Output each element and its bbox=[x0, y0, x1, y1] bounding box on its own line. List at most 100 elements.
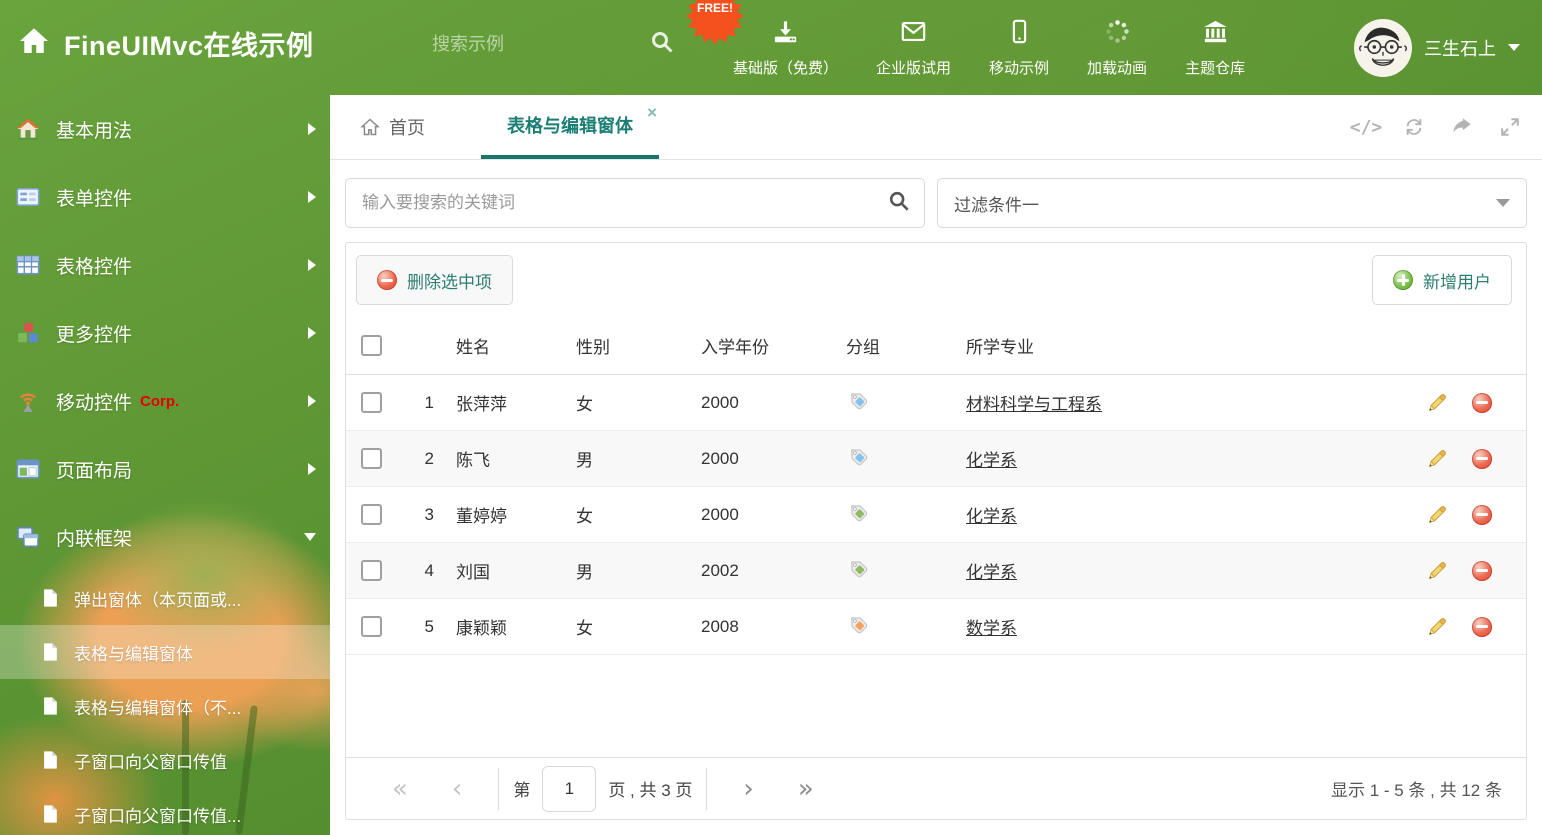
delete-icon[interactable] bbox=[1472, 448, 1492, 469]
select-all-checkbox[interactable] bbox=[361, 335, 382, 356]
sidebar-item-3[interactable]: 更多控件 bbox=[0, 299, 330, 367]
header-search-input[interactable] bbox=[430, 33, 584, 56]
close-icon[interactable]: × bbox=[647, 104, 657, 121]
row-checkbox[interactable] bbox=[361, 504, 382, 525]
sidebar-item-1[interactable]: 表单控件 bbox=[0, 163, 330, 231]
edit-icon[interactable] bbox=[1426, 504, 1448, 526]
cell-actions bbox=[1396, 448, 1526, 470]
header-nav-item-3[interactable]: 加载动画 bbox=[1087, 18, 1147, 78]
refresh-icon[interactable] bbox=[1402, 115, 1426, 139]
tab-home-label: 首页 bbox=[389, 118, 425, 138]
app-header: FineUIMvc在线示例 FREE! 基础版（免费）企业版试用移动示例加载动画… bbox=[0, 0, 1542, 95]
download-icon bbox=[772, 18, 799, 50]
table-row: 4 刘国 男 2002 化学系 bbox=[346, 543, 1526, 599]
sidebar-subitem-3[interactable]: 子窗口向父窗口传值 bbox=[0, 733, 330, 787]
edit-icon[interactable] bbox=[1426, 560, 1448, 582]
sidebar-subitem-1[interactable]: 表格与编辑窗体 bbox=[0, 625, 330, 679]
edit-icon[interactable] bbox=[1426, 448, 1448, 470]
cell-year: 2000 bbox=[701, 392, 739, 412]
header-nav-item-1[interactable]: 企业版试用 bbox=[876, 18, 951, 78]
delete-icon[interactable] bbox=[1472, 392, 1492, 413]
sidebar-subitem-4[interactable]: 子窗口向父窗口传值... bbox=[0, 787, 330, 835]
cell-year: 2000 bbox=[701, 448, 739, 468]
last-page-button[interactable]: » bbox=[776, 776, 836, 802]
table-row: 2 陈飞 男 2000 化学系 bbox=[346, 431, 1526, 487]
sidebar-subitem-0[interactable]: 弹出窗体（本页面或... bbox=[0, 571, 330, 625]
add-user-button[interactable]: 新增用户 bbox=[1372, 255, 1512, 305]
tag-icon bbox=[846, 500, 870, 529]
cell-actions bbox=[1396, 616, 1526, 638]
major-link[interactable]: 化学系 bbox=[966, 451, 1017, 470]
cell-gender: 女 bbox=[576, 507, 593, 526]
table-header: 姓名 性别 入学年份 分组 所学专业 bbox=[346, 317, 1526, 375]
header-nav-item-0[interactable]: 基础版（免费） bbox=[733, 18, 838, 78]
username: 三生石上 bbox=[1424, 38, 1496, 59]
column-header-major: 所学专业 bbox=[966, 338, 1034, 357]
divider bbox=[498, 767, 500, 810]
delete-icon[interactable] bbox=[1472, 504, 1492, 525]
cell-major: 数学系 bbox=[966, 614, 1396, 639]
header-nav-label: 加载动画 bbox=[1087, 59, 1148, 77]
file-icon bbox=[40, 750, 60, 770]
file-icon bbox=[40, 696, 60, 716]
tab-bar: 首页 表格与编辑窗体 × </> bbox=[330, 95, 1542, 160]
avatar[interactable] bbox=[1354, 18, 1412, 77]
mobile-icon bbox=[1006, 18, 1033, 50]
edit-icon[interactable] bbox=[1426, 392, 1448, 414]
cell-year: 2000 bbox=[701, 504, 739, 524]
major-link[interactable]: 化学系 bbox=[966, 563, 1017, 582]
search-icon[interactable] bbox=[888, 190, 910, 217]
row-checkbox[interactable] bbox=[361, 616, 382, 637]
sidebar-subitem-label: 表格与编辑窗体 bbox=[74, 644, 193, 664]
header-nav: 基础版（免费） 企业版试用 移动示例 加载动画 主题仓库 bbox=[733, 0, 1245, 95]
cell-name: 董婷婷 bbox=[456, 507, 507, 526]
header-nav-item-4[interactable]: 主题仓库 bbox=[1185, 18, 1245, 78]
delete-icon[interactable] bbox=[1472, 616, 1492, 637]
file-icon bbox=[40, 588, 60, 608]
brand[interactable]: FineUIMvc在线示例 bbox=[18, 24, 314, 63]
view-source-icon[interactable]: </> bbox=[1350, 115, 1383, 139]
sidebar-subitem-2[interactable]: 表格与编辑窗体（不... bbox=[0, 679, 330, 733]
major-link[interactable]: 化学系 bbox=[966, 507, 1017, 526]
app-window: FineUIMvc在线示例 FREE! 基础版（免费）企业版试用移动示例加载动画… bbox=[0, 0, 1542, 835]
row-checkbox[interactable] bbox=[361, 560, 382, 581]
first-page-button[interactable]: « bbox=[370, 776, 430, 802]
prev-page-button[interactable]: ‹ bbox=[430, 776, 484, 802]
expand-icon[interactable] bbox=[1498, 115, 1522, 139]
cell-name: 康颖颖 bbox=[456, 619, 507, 638]
sidebar-item-label: 移动控件 bbox=[56, 392, 133, 414]
major-link[interactable]: 材料科学与工程系 bbox=[966, 395, 1102, 414]
delete-selected-button[interactable]: 删除选中项 bbox=[356, 255, 513, 305]
keyword-search-input[interactable] bbox=[360, 192, 888, 214]
user-menu[interactable]: 三生石上 bbox=[1354, 0, 1520, 95]
sidebar-item-0[interactable]: 基本用法 bbox=[0, 95, 330, 163]
home-colored-icon bbox=[16, 117, 40, 141]
next-page-button[interactable]: › bbox=[721, 776, 775, 802]
delete-icon[interactable] bbox=[1472, 560, 1492, 581]
sidebar-item-5[interactable]: 页面布局 bbox=[0, 435, 330, 503]
form-icon bbox=[16, 185, 40, 209]
cell-name: 刘国 bbox=[456, 563, 490, 582]
row-checkbox[interactable] bbox=[361, 448, 382, 469]
cell-major: 化学系 bbox=[966, 558, 1396, 583]
tag-icon bbox=[846, 444, 870, 473]
table-empty-space bbox=[346, 655, 1526, 757]
header-nav-item-2[interactable]: 移动示例 bbox=[989, 18, 1049, 78]
search-icon[interactable] bbox=[650, 30, 674, 59]
edit-icon[interactable] bbox=[1426, 616, 1448, 638]
header-search bbox=[430, 30, 674, 59]
sidebar-item-4[interactable]: 移动控件 Corp. bbox=[0, 367, 330, 435]
major-link[interactable]: 数学系 bbox=[966, 619, 1017, 638]
tab-home[interactable]: 首页 bbox=[360, 95, 425, 159]
page-number-input[interactable] bbox=[542, 765, 597, 812]
column-header-gender: 性别 bbox=[576, 338, 610, 357]
row-checkbox[interactable] bbox=[361, 392, 382, 413]
sidebar-item-2[interactable]: 表格控件 bbox=[0, 231, 330, 299]
content-area: 过滤条件一 删除选中项 新增用户 bbox=[330, 160, 1542, 820]
tab-grid-edit-window[interactable]: 表格与编辑窗体 × bbox=[481, 95, 659, 159]
filter-dropdown[interactable]: 过滤条件一 bbox=[937, 178, 1527, 228]
share-icon[interactable] bbox=[1450, 115, 1474, 139]
sidebar-item-6[interactable]: 内联框架 bbox=[0, 503, 330, 571]
header-nav-label: 移动示例 bbox=[989, 59, 1050, 77]
filter-row: 过滤条件一 bbox=[345, 178, 1527, 228]
